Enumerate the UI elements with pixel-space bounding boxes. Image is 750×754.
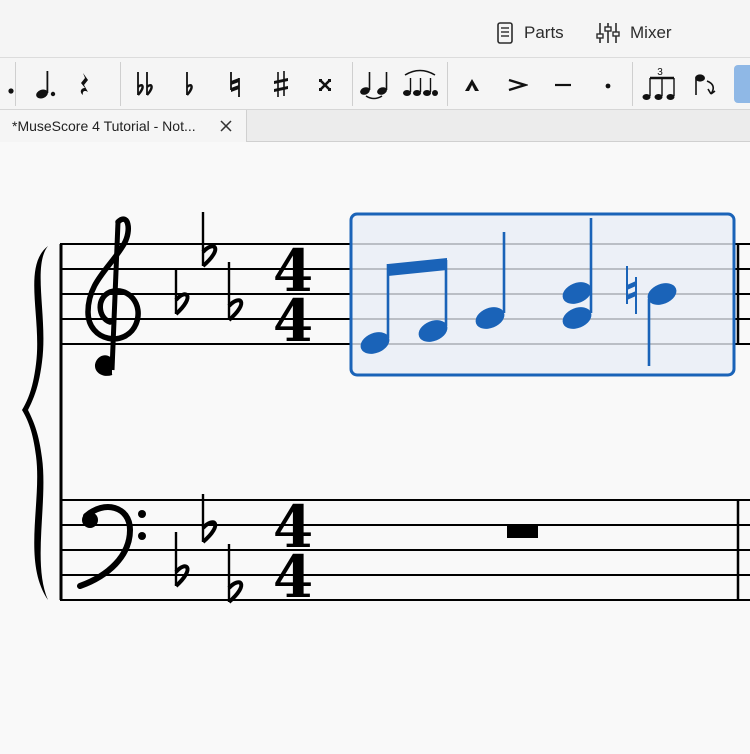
whole-rest[interactable]: [507, 526, 538, 538]
time-signature-bottom: 4: [273, 287, 313, 355]
toolbar-separator: [120, 62, 121, 106]
flat-icon: [186, 72, 193, 96]
rest-button[interactable]: [66, 65, 104, 103]
staccato-icon: [605, 83, 611, 89]
marcato-icon: [465, 79, 479, 91]
close-icon: [220, 120, 232, 132]
mixer-icon: [596, 23, 620, 43]
parts-label: Parts: [524, 23, 564, 42]
triplet-icon: 3: [642, 67, 675, 100]
parts-button[interactable]: Parts: [496, 18, 564, 48]
treble-clef-icon[interactable]: [85, 216, 141, 376]
bass-key-signature[interactable]: [174, 494, 244, 604]
natural-icon: [230, 72, 240, 97]
tenuto-button[interactable]: [544, 65, 582, 103]
toolbar-separator: [15, 62, 16, 106]
staccato-button[interactable]: [589, 65, 627, 103]
treble-time-signature[interactable]: 4 4: [273, 237, 313, 355]
active-toolbar-button[interactable]: [734, 65, 750, 103]
double-flat-icon: [137, 72, 153, 96]
augmentation-dot-icon: [8, 88, 14, 94]
sharp-button[interactable]: [262, 65, 300, 103]
bass-staff: [60, 499, 750, 601]
tuplet-number: 3: [657, 67, 663, 78]
score-svg: 4 4 4 4: [22, 212, 750, 611]
slur-icon: [403, 69, 438, 96]
marcato-button[interactable]: [453, 65, 491, 103]
toolbar-separator: [447, 62, 448, 106]
top-bar: Parts Mixer: [0, 0, 750, 58]
bass-time-signature[interactable]: 4 4: [273, 493, 313, 611]
time-signature-bottom: 4: [273, 543, 313, 611]
dotted-quarter-button[interactable]: [28, 65, 66, 103]
note-input-toolbar: 3: [0, 58, 750, 110]
mixer-label: Mixer: [630, 23, 672, 42]
treble-key-signature[interactable]: [174, 212, 244, 322]
double-sharp-icon: [319, 79, 331, 91]
selection-box[interactable]: [349, 212, 736, 377]
double-flat-button[interactable]: [127, 65, 165, 103]
tab-score[interactable]: *MuseScore 4 Tutorial - Not...: [0, 110, 247, 142]
flip-direction-button[interactable]: [686, 65, 724, 103]
double-sharp-button[interactable]: [306, 65, 344, 103]
natural-button[interactable]: [216, 65, 254, 103]
tie-icon: [360, 72, 388, 100]
tenuto-icon: [555, 83, 571, 87]
toolbar-separator: [632, 62, 633, 106]
mixer-button[interactable]: Mixer: [596, 18, 672, 48]
tab-title: *MuseScore 4 Tutorial - Not...: [12, 118, 196, 134]
flat-button[interactable]: [171, 65, 209, 103]
tie-button[interactable]: [356, 65, 394, 103]
score-canvas[interactable]: 4 4 4 4: [0, 142, 750, 750]
parts-icon: [497, 22, 513, 44]
grand-staff-brace: [22, 246, 48, 600]
tab-bar: *MuseScore 4 Tutorial - Not...: [0, 110, 750, 142]
slur-button[interactable]: [401, 65, 439, 103]
tuplet-button[interactable]: 3: [641, 65, 679, 103]
augmentation-dot-button[interactable]: [0, 65, 24, 103]
sharp-icon: [274, 71, 288, 97]
accent-icon: [508, 78, 528, 92]
dotted-quarter-note-icon: [36, 71, 56, 99]
tab-close-button[interactable]: [216, 116, 236, 136]
toolbar-separator: [352, 62, 353, 106]
flip-direction-icon: [695, 74, 716, 95]
accent-button[interactable]: [498, 65, 536, 103]
quarter-rest-icon: [80, 73, 88, 95]
